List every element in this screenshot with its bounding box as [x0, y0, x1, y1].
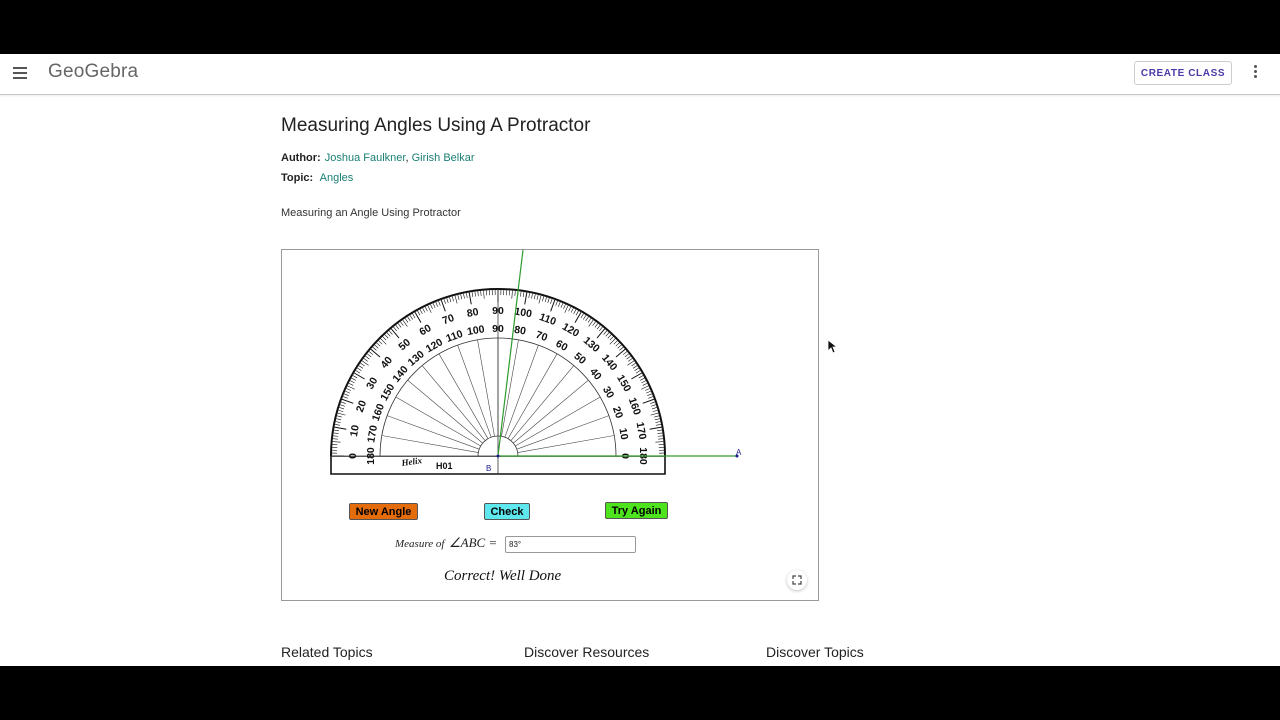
- topic-line: Topic: Angles: [281, 172, 353, 184]
- page: GeoGebra CREATE CLASS Measuring Angles U…: [0, 54, 1280, 666]
- discover-resources-heading: Discover Resources: [524, 644, 650, 660]
- point-a-label: A: [736, 448, 742, 457]
- page-title: Measuring Angles Using A Protractor: [281, 115, 591, 136]
- protractor-inner-label: 10: [616, 427, 630, 441]
- feedback-text: Correct! Well Done: [444, 568, 562, 584]
- protractor-inner-label: 90: [492, 323, 504, 335]
- author-line: Author: Joshua Faulkner, Girish Belkar: [281, 152, 475, 164]
- hamburger-menu-icon[interactable]: [13, 67, 27, 79]
- model-label: H01: [436, 461, 453, 471]
- protractor-outer-label: 90: [492, 305, 504, 317]
- measure-label: Measure of: [395, 538, 445, 550]
- protractor-outer-label: 0: [347, 453, 359, 459]
- topic-link[interactable]: Angles: [320, 172, 354, 184]
- related-topics-heading: Related Topics: [281, 644, 373, 660]
- author-label: Author:: [281, 152, 321, 164]
- angle-name: ∠ABC =: [449, 535, 498, 550]
- description: Measuring an Angle Using Protractor: [281, 207, 461, 219]
- topic-label: Topic:: [281, 172, 314, 184]
- new-angle-button[interactable]: New Angle: [349, 503, 418, 520]
- protractor-outer-label: 80: [466, 306, 480, 320]
- author-separator: ,: [405, 152, 409, 164]
- check-button[interactable]: Check: [484, 503, 530, 520]
- protractor-outer-label: 10: [348, 424, 362, 438]
- discover-topics-heading: Discover Topics: [766, 644, 864, 660]
- author-link-1[interactable]: Joshua Faulkner: [325, 152, 406, 164]
- protractor-inner-label: 80: [513, 324, 527, 338]
- angle-answer-input[interactable]: [505, 536, 636, 553]
- protractor-inner-label: 180: [365, 447, 377, 465]
- top-bar: GeoGebra CREATE CLASS: [0, 54, 1280, 95]
- author-link-2[interactable]: Girish Belkar: [412, 152, 475, 164]
- point-b-dot: [496, 454, 500, 458]
- fullscreen-icon[interactable]: [787, 570, 807, 590]
- try-again-button[interactable]: Try Again: [605, 502, 668, 519]
- geogebra-applet[interactable]: 0 10 20 30 40 50 60 70 80 90 100 110 120 130 140 150 160…: [281, 249, 819, 601]
- point-b-label: B: [486, 464, 491, 473]
- more-vertical-icon[interactable]: [1252, 65, 1258, 81]
- geogebra-logo[interactable]: GeoGebra: [48, 61, 138, 83]
- mouse-cursor-icon: [828, 340, 838, 354]
- create-class-button[interactable]: CREATE CLASS: [1134, 61, 1232, 85]
